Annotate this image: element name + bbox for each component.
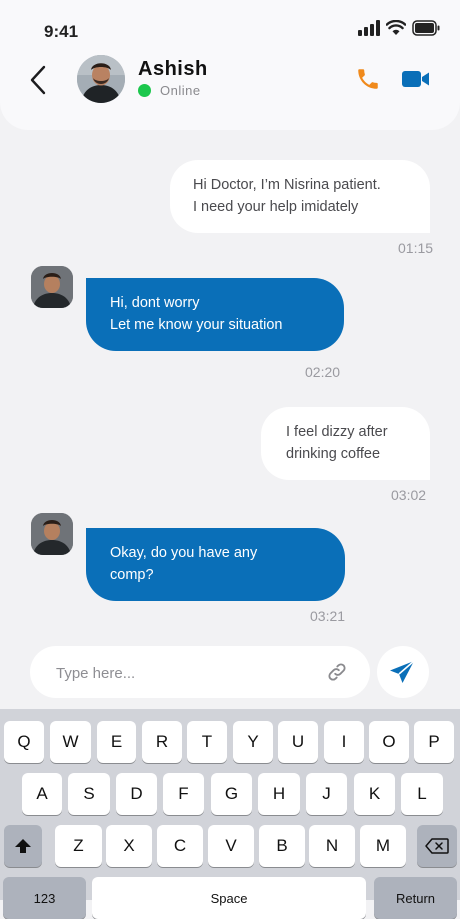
wifi-icon [385, 19, 407, 41]
message-time: 03:21 [310, 608, 346, 624]
contact-avatar[interactable] [77, 55, 125, 103]
video-camera-icon [402, 71, 429, 87]
key-s[interactable]: S [68, 773, 110, 815]
battery-icon [412, 20, 440, 41]
link-icon [328, 663, 346, 681]
key-p[interactable]: P [414, 721, 454, 763]
delete-key[interactable] [417, 825, 457, 867]
key-z[interactable]: Z [55, 825, 102, 867]
voice-call-button[interactable] [355, 66, 381, 92]
message-text-line: drinking coffee [286, 446, 381, 462]
message-outgoing: Hi Doctor, I’m Nisrina patient. I need y… [170, 160, 430, 233]
key-j[interactable]: J [306, 773, 347, 815]
status-bar: 9:41 [0, 0, 460, 60]
key-a[interactable]: A [22, 773, 62, 815]
key-f[interactable]: F [163, 773, 204, 815]
message-text-line: comp? [110, 567, 154, 583]
message-text-line: I feel dizzy after [286, 424, 388, 440]
message-text-line: Let me know your situation [110, 317, 283, 333]
key-o[interactable]: O [369, 721, 409, 763]
backspace-icon [425, 838, 449, 854]
message-time: 01:15 [398, 240, 434, 256]
key-t[interactable]: T [187, 721, 227, 763]
key-e[interactable]: E [97, 721, 136, 763]
shift-arrow-icon [15, 839, 31, 853]
contact-name: Ashish [138, 58, 208, 80]
key-m[interactable]: M [360, 825, 406, 867]
key-g[interactable]: G [211, 773, 252, 815]
key-y[interactable]: Y [233, 721, 273, 763]
message-outgoing: I feel dizzy after drinking coffee [261, 407, 430, 480]
space-key[interactable]: Space [92, 877, 366, 919]
status-time: 9:41 [44, 22, 79, 41]
attach-button[interactable] [326, 661, 348, 683]
video-call-button[interactable] [401, 68, 431, 90]
key-r[interactable]: R [142, 721, 182, 763]
key-b[interactable]: B [259, 825, 305, 867]
message-incoming: Okay, do you have any comp? [86, 528, 345, 601]
message-text-line: I need your help imidately [193, 199, 359, 215]
message-text-line: Hi, dont worry [110, 295, 200, 311]
chevron-left-icon [30, 65, 46, 95]
message-input[interactable] [54, 660, 308, 686]
key-v[interactable]: V [208, 825, 254, 867]
message-text-line: Okay, do you have any [110, 545, 258, 561]
numbers-key[interactable]: 123 [3, 877, 86, 919]
send-icon [390, 660, 415, 683]
key-l[interactable]: L [401, 773, 443, 815]
key-w[interactable]: W [50, 721, 91, 763]
online-status-text: Online [160, 83, 201, 98]
phone-icon [358, 69, 378, 89]
message-time: 02:20 [305, 364, 341, 380]
key-x[interactable]: X [106, 825, 152, 867]
message-text-line: Hi Doctor, I’m Nisrina patient. [193, 177, 381, 193]
key-h[interactable]: H [258, 773, 300, 815]
chat-header: 9:41 Ashish Online [0, 0, 460, 130]
key-u[interactable]: U [278, 721, 318, 763]
signal-icon [358, 20, 380, 41]
key-c[interactable]: C [157, 825, 203, 867]
return-key[interactable]: Return [374, 877, 457, 919]
key-d[interactable]: D [116, 773, 157, 815]
online-status-dot [138, 84, 151, 97]
send-button[interactable] [377, 646, 429, 698]
message-time: 03:02 [391, 487, 427, 503]
message-incoming: Hi, dont worry Let me know your situatio… [86, 278, 344, 351]
onscreen-keyboard: Q W E R T Y U I O P A S D F G H J K L Z … [0, 709, 460, 919]
shift-key[interactable] [4, 825, 42, 867]
sender-avatar [31, 266, 73, 308]
key-q[interactable]: Q [4, 721, 44, 763]
back-button[interactable] [26, 64, 52, 96]
key-n[interactable]: N [309, 825, 355, 867]
key-i[interactable]: I [324, 721, 364, 763]
sender-avatar [31, 513, 73, 555]
key-k[interactable]: K [354, 773, 395, 815]
message-composer [30, 646, 370, 698]
